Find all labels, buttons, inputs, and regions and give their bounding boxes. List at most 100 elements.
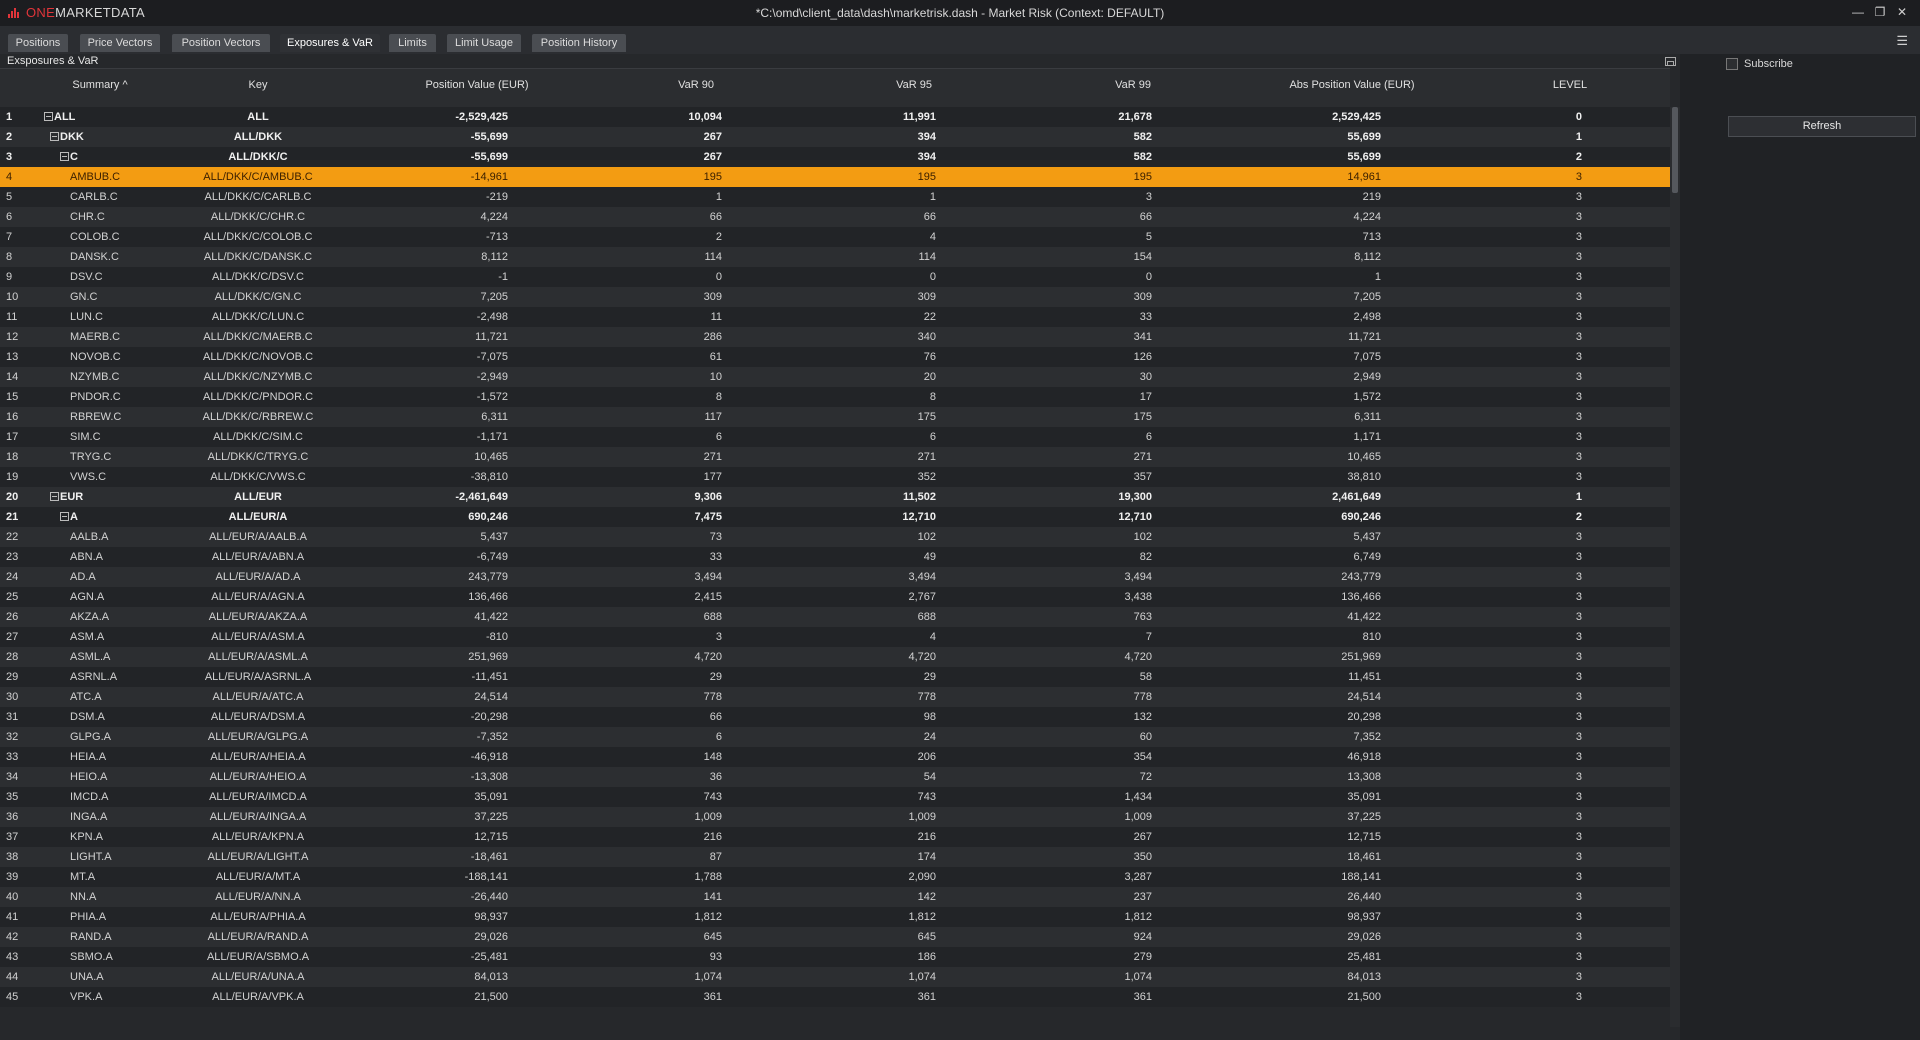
table-row[interactable]: 23 ABN.A ALL/EUR/A/ABN.A -6,749 33 49 82 6,749 3	[0, 547, 1670, 567]
collapse-icon[interactable]	[44, 112, 53, 121]
collapse-icon[interactable]	[60, 152, 69, 161]
column-header-position-value[interactable]: Position Value (EUR)	[425, 79, 528, 91]
column-header-level[interactable]: LEVEL	[1553, 79, 1587, 91]
vertical-scrollbar[interactable]	[1670, 107, 1680, 1027]
var90-cell: 36	[709, 771, 722, 783]
var90-cell: 1,812	[694, 911, 722, 923]
level-cell: 3	[1575, 291, 1582, 303]
var99-cell: 267	[1133, 831, 1152, 843]
table-row[interactable]: 11 LUN.C ALL/DKK/C/LUN.C -2,498 11 22 33 2,498 3	[0, 307, 1670, 327]
table-row[interactable]: 27 ASM.A ALL/EUR/A/ASM.A -810 3 4 7 810 3	[0, 627, 1670, 647]
table-row[interactable]: 26 AKZA.A ALL/EUR/A/AKZA.A 41,422 688 688 763 4…	[0, 607, 1670, 627]
tab-exposures-var[interactable]: Exposures & VaR	[280, 34, 380, 52]
table-row[interactable]: 42 RAND.A ALL/EUR/A/RAND.A 29,026 645 645 924 2…	[0, 927, 1670, 947]
tab-price-vectors[interactable]: Price Vectors	[80, 34, 160, 52]
var90-cell: 1,009	[694, 811, 722, 823]
table-row[interactable]: 39 MT.A ALL/EUR/A/MT.A -188,141 1,788 2,090 3,…	[0, 867, 1670, 887]
level-cell: 1	[1575, 131, 1582, 143]
table-row[interactable]: 20 EUR ALL/EUR -2,461,649 9,306 11,502 19,300 2…	[0, 487, 1670, 507]
abs-position-value-cell: 1,572	[1353, 391, 1381, 403]
var95-cell: 4,720	[908, 651, 936, 663]
table-row[interactable]: 28 ASML.A ALL/EUR/A/ASML.A 251,969 4,720 4,72…	[0, 647, 1670, 667]
tab-positions[interactable]: Positions	[8, 34, 68, 52]
table-row[interactable]: 36 INGA.A ALL/EUR/A/INGA.A 37,225 1,009 1,009…	[0, 807, 1670, 827]
collapse-icon[interactable]	[50, 492, 59, 501]
table-row[interactable]: 12 MAERB.C ALL/DKK/C/MAERB.C 11,721 286 340 34…	[0, 327, 1670, 347]
tab-position-vectors[interactable]: Position Vectors	[172, 34, 270, 52]
column-header-summary[interactable]: Summary ^	[72, 79, 127, 91]
var95-cell: 8	[929, 391, 936, 403]
table-row[interactable]: 34 HEIO.A ALL/EUR/A/HEIO.A -13,308 36 54 72 13,…	[0, 767, 1670, 787]
collapse-icon[interactable]	[50, 132, 59, 141]
table-row[interactable]: 29 ASRNL.A ALL/EUR/A/ASRNL.A -11,451 29 29 58 1…	[0, 667, 1670, 687]
table-row[interactable]: 44 UNA.A ALL/EUR/A/UNA.A 84,013 1,074 1,074 1,…	[0, 967, 1670, 987]
table-row[interactable]: 30 ATC.A ALL/EUR/A/ATC.A 24,514 778 778 778 24,…	[0, 687, 1670, 707]
table-row[interactable]: 35 IMCD.A ALL/EUR/A/IMCD.A 35,091 743 743 1,43…	[0, 787, 1670, 807]
summary-cell: INGA.A	[70, 811, 107, 823]
refresh-button[interactable]: Refresh	[1728, 116, 1916, 137]
table-row[interactable]: 8 DANSK.C ALL/DKK/C/DANSK.C 8,112 114 114 154 8…	[0, 247, 1670, 267]
table-row[interactable]: 41 PHIA.A ALL/EUR/A/PHIA.A 98,937 1,812 1,812…	[0, 907, 1670, 927]
level-cell: 3	[1575, 251, 1582, 263]
restore-icon[interactable]: ❐	[1870, 4, 1890, 20]
table-row[interactable]: 2 DKK ALL/DKK -55,699 267 394 582 55,699 1	[0, 127, 1670, 147]
table-row[interactable]: 7 COLOB.C ALL/DKK/C/COLOB.C -713 2 4 5 713 3	[0, 227, 1670, 247]
table-row[interactable]: 22 AALB.A ALL/EUR/A/AALB.A 5,437 73 102 102 5,4…	[0, 527, 1670, 547]
tab-limits[interactable]: Limits	[389, 34, 436, 52]
table-row[interactable]: 3 C ALL/DKK/C -55,699 267 394 582 55,699 2	[0, 147, 1670, 167]
column-header-abs-position-value[interactable]: Abs Position Value (EUR)	[1289, 79, 1414, 91]
summary-text: GN.C	[70, 291, 98, 303]
table-row[interactable]: 16 RBREW.C ALL/DKK/C/RBREW.C 6,311 117 175 175…	[0, 407, 1670, 427]
summary-cell: AKZA.A	[70, 611, 109, 623]
table-row[interactable]: 14 NZYMB.C ALL/DKK/C/NZYMB.C -2,949 10 20 30 2,…	[0, 367, 1670, 387]
summary-cell: MAERB.C	[70, 331, 120, 343]
table-row[interactable]: 18 TRYG.C ALL/DKK/C/TRYG.C 10,465 271 271 271 1…	[0, 447, 1670, 467]
menu-icon[interactable]: ☰	[1896, 33, 1908, 49]
table-row[interactable]: 4 AMBUB.C ALL/DKK/C/AMBUB.C -14,961 195 195 19…	[0, 167, 1670, 187]
scrollbar-thumb[interactable]	[1672, 107, 1678, 193]
subscribe-checkbox[interactable]	[1726, 58, 1738, 70]
table-row[interactable]: 43 SBMO.A ALL/EUR/A/SBMO.A -25,481 93 186 279 2…	[0, 947, 1670, 967]
position-value-cell: -2,949	[476, 371, 508, 383]
table-row[interactable]: 6 CHR.C ALL/DKK/C/CHR.C 4,224 66 66 66 4,224 3	[0, 207, 1670, 227]
abs-position-value-cell: 6,311	[1354, 411, 1381, 423]
abs-position-value-cell: 2,949	[1353, 371, 1381, 383]
tab-position-history[interactable]: Position History	[532, 34, 626, 52]
table-row[interactable]: 1 ALL ALL -2,529,425 10,094 11,991 21,678 2,529…	[0, 107, 1670, 127]
position-value-cell: -713	[485, 231, 508, 243]
table-row[interactable]: 40 NN.A ALL/EUR/A/NN.A -26,440 141 142 237 26,4…	[0, 887, 1670, 907]
table-row[interactable]: 13 NOVOB.C ALL/DKK/C/NOVOB.C -7,075 61 76 126 7…	[0, 347, 1670, 367]
table-row[interactable]: 25 AGN.A ALL/EUR/A/AGN.A 136,466 2,415 2,767 3…	[0, 587, 1670, 607]
table-row[interactable]: 24 AD.A ALL/EUR/A/AD.A 243,779 3,494 3,494 3,4…	[0, 567, 1670, 587]
position-value-cell: -219	[485, 191, 508, 203]
key-cell: ALL/DKK/C/COLOB.C	[203, 231, 313, 243]
summary-cell: MT.A	[70, 871, 95, 883]
table-row[interactable]: 21 A ALL/EUR/A 690,246 7,475 12,710 12,710 690,…	[0, 507, 1670, 527]
table-row[interactable]: 19 VWS.C ALL/DKK/C/VWS.C -38,810 177 352 357 38…	[0, 467, 1670, 487]
table-row[interactable]: 5 CARLB.C ALL/DKK/C/CARLB.C -219 1 1 3 219 3	[0, 187, 1670, 207]
table-row[interactable]: 9 DSV.C ALL/DKK/C/DSV.C -1 0 0 0 1 3	[0, 267, 1670, 287]
collapse-icon[interactable]	[60, 512, 69, 521]
table-row[interactable]: 45 VPK.A ALL/EUR/A/VPK.A 21,500 361 361 361 21,…	[0, 987, 1670, 1007]
tab-limit-usage[interactable]: Limit Usage	[447, 34, 521, 52]
table-row[interactable]: 37 KPN.A ALL/EUR/A/KPN.A 12,715 216 216 267 12,…	[0, 827, 1670, 847]
row-number: 1	[6, 111, 13, 123]
summary-cell: GLPG.A	[70, 731, 111, 743]
column-header-var90[interactable]: VaR 90	[678, 79, 714, 91]
minimize-icon[interactable]: —	[1848, 4, 1868, 20]
table-row[interactable]: 10 GN.C ALL/DKK/C/GN.C 7,205 309 309 309 7,205 3	[0, 287, 1670, 307]
close-icon[interactable]: ✕	[1892, 4, 1912, 20]
var99-cell: 1,009	[1124, 811, 1152, 823]
maximize-icon[interactable]	[1665, 57, 1676, 66]
table-row[interactable]: 32 GLPG.A ALL/EUR/A/GLPG.A -7,352 6 24 60 7,352…	[0, 727, 1670, 747]
table-row[interactable]: 17 SIM.C ALL/DKK/C/SIM.C -1,171 6 6 6 1,171 3	[0, 427, 1670, 447]
column-header-var95[interactable]: VaR 95	[896, 79, 932, 91]
table-row[interactable]: 31 DSM.A ALL/EUR/A/DSM.A -20,298 66 98 132 20,2…	[0, 707, 1670, 727]
position-value-cell: -6,749	[476, 551, 508, 563]
table-row[interactable]: 38 LIGHT.A ALL/EUR/A/LIGHT.A -18,461 87 174 35…	[0, 847, 1670, 867]
table-row[interactable]: 33 HEIA.A ALL/EUR/A/HEIA.A -46,918 148 206 354…	[0, 747, 1670, 767]
column-header-key[interactable]: Key	[249, 79, 268, 91]
column-header-var99[interactable]: VaR 99	[1115, 79, 1151, 91]
subscribe-option[interactable]: Subscribe	[1726, 58, 1793, 70]
table-row[interactable]: 15 PNDOR.C ALL/DKK/C/PNDOR.C -1,572 8 8 17 1,57…	[0, 387, 1670, 407]
